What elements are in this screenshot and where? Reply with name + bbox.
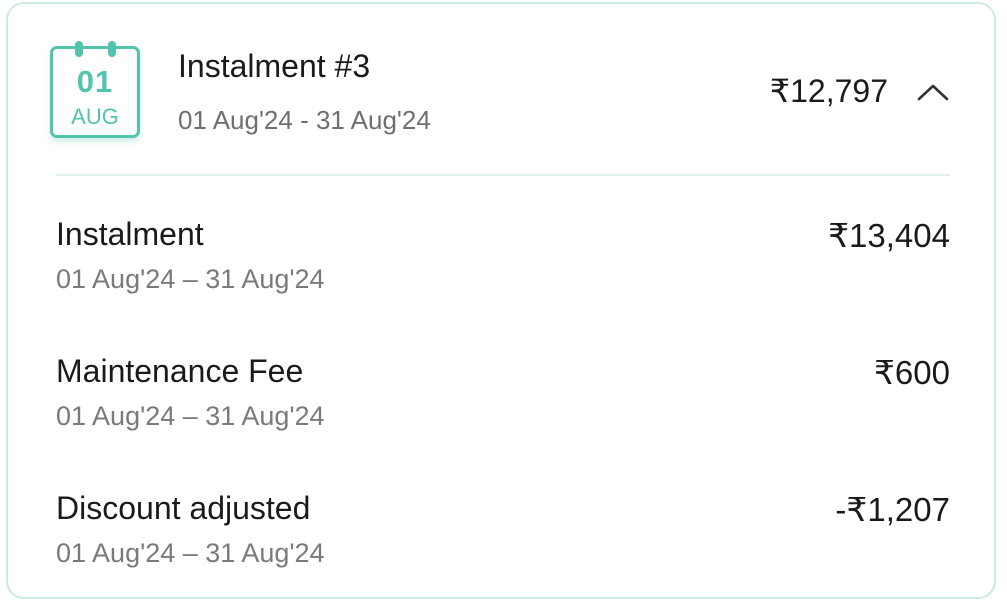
instalment-header[interactable]: 01 AUG Instalment #3 01 Aug'24 - 31 Aug'… <box>8 4 994 174</box>
line-item-period: 01 Aug'24 – 31 Aug'24 <box>56 538 325 568</box>
line-item-period: 01 Aug'24 – 31 Aug'24 <box>56 264 325 294</box>
line-item-label: Maintenance Fee <box>56 353 304 389</box>
calendar-ring <box>75 41 83 57</box>
chevron-up-icon[interactable] <box>916 82 950 102</box>
line-item-amount: -₹1,207 <box>835 491 950 528</box>
calendar-day: 01 <box>76 64 114 99</box>
instalment-card: 01 AUG Instalment #3 01 Aug'24 - 31 Aug'… <box>6 2 996 599</box>
instalment-total: ₹12,797 <box>769 73 888 109</box>
line-item-amount: ₹600 <box>873 354 950 391</box>
calendar-month: AUG <box>71 104 119 129</box>
line-item-discount: Discount adjusted 01 Aug'24 – 31 Aug'24 … <box>56 490 950 600</box>
line-item-period: 01 Aug'24 – 31 Aug'24 <box>56 401 325 431</box>
line-item-maintenance-fee: Maintenance Fee 01 Aug'24 – 31 Aug'24 ₹6… <box>56 353 950 463</box>
instalment-title: Instalment #3 <box>178 48 371 84</box>
line-item-label: Instalment <box>56 216 204 252</box>
line-item-instalment: Instalment 01 Aug'24 – 31 Aug'24 ₹13,404 <box>56 216 950 326</box>
calendar-icon: 01 AUG <box>50 41 140 138</box>
instalment-period: 01 Aug'24 - 31 Aug'24 <box>178 105 431 135</box>
calendar-ring <box>108 41 116 57</box>
header-divider <box>56 174 950 176</box>
line-item-amount: ₹13,404 <box>828 217 950 254</box>
line-item-label: Discount adjusted <box>56 490 311 526</box>
